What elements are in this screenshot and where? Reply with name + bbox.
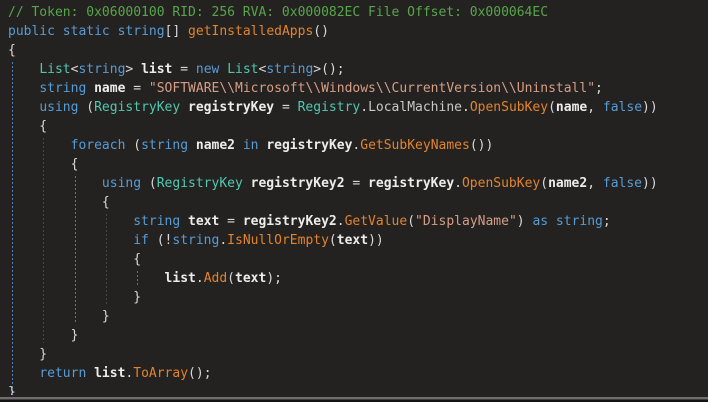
code-line: { <box>8 41 708 60</box>
code-lines: // Token: 0x06000100 RID: 256 RVA: 0x000… <box>8 3 708 395</box>
code-line: } <box>8 326 708 345</box>
code-line: public static string[] getInstalledApps(… <box>8 22 708 41</box>
code-line: using (RegistryKey registryKey = Registr… <box>8 98 708 117</box>
code-line: { <box>8 250 708 269</box>
code-line: using (RegistryKey registryKey2 = regist… <box>8 174 708 193</box>
code-line: { <box>8 117 708 136</box>
horizontal-scrollbar[interactable] <box>0 395 708 402</box>
code-line: } <box>8 288 708 307</box>
code-line: { <box>8 193 708 212</box>
code-line: foreach (string name2 in registryKey.Get… <box>8 136 708 155</box>
code-line: return list.ToArray(); <box>8 364 708 383</box>
code-line: List<string> list = new List<string>(); <box>8 60 708 79</box>
code-line: } <box>8 345 708 364</box>
code-line: } <box>8 307 708 326</box>
code-line: // Token: 0x06000100 RID: 256 RVA: 0x000… <box>8 3 708 22</box>
code-line: } <box>8 383 708 395</box>
code-editor[interactable]: // Token: 0x06000100 RID: 256 RVA: 0x000… <box>0 0 708 395</box>
decompiler-window: // Token: 0x06000100 RID: 256 RVA: 0x000… <box>0 0 708 402</box>
code-line: list.Add(text); <box>8 269 708 288</box>
code-line: if (!string.IsNullOrEmpty(text)) <box>8 231 708 250</box>
code-line: string text = registryKey2.GetValue("Dis… <box>8 212 708 231</box>
code-line: string name = "SOFTWARE\\Microsoft\\Wind… <box>8 79 708 98</box>
code-line: { <box>8 155 708 174</box>
